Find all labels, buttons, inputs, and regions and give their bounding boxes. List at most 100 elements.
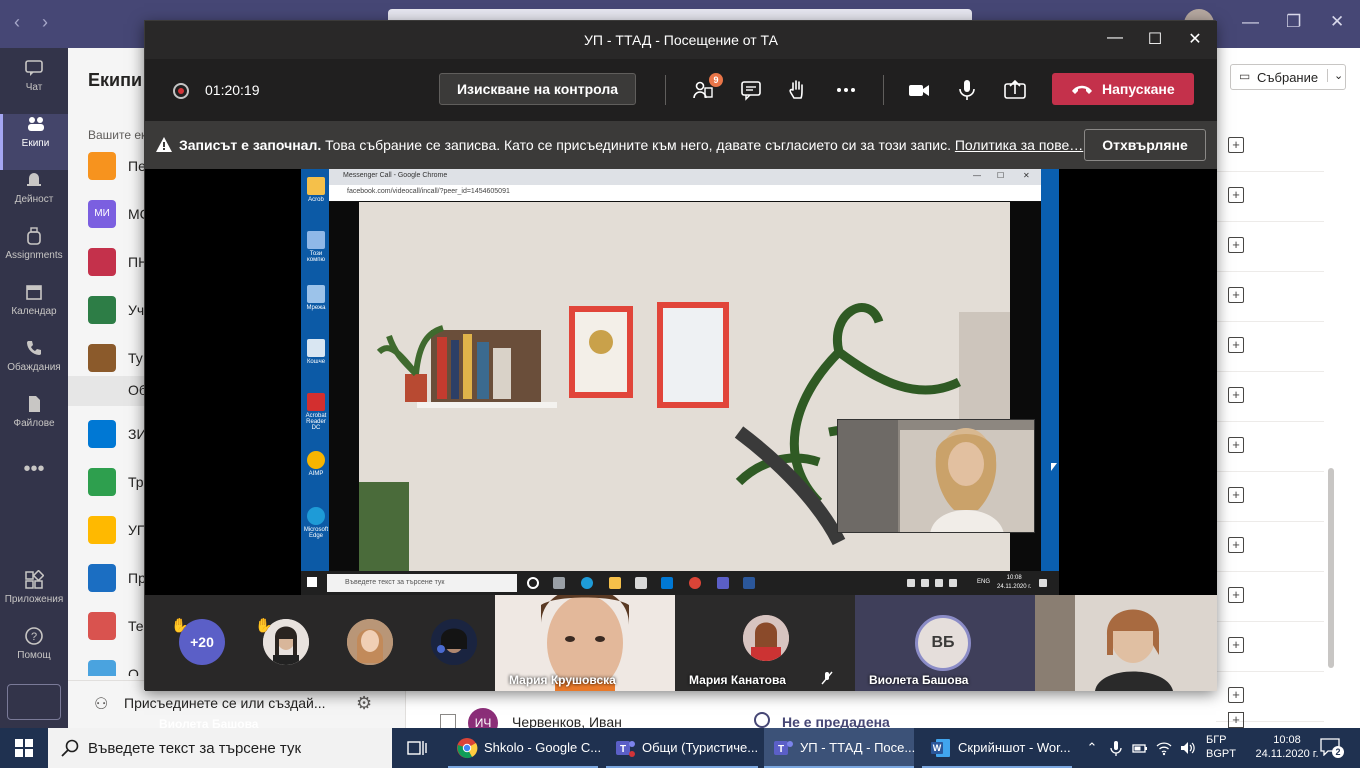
add-feedback-icon[interactable]: +	[1228, 137, 1244, 153]
more-actions-icon[interactable]	[834, 78, 858, 102]
taskbar-clock[interactable]: 10:08 24.11.2020 г.	[1250, 733, 1324, 761]
tray-icon	[935, 579, 943, 587]
speaker-icon[interactable]	[1180, 740, 1196, 756]
minimize-icon: —	[973, 171, 981, 180]
participant-video-tile[interactable]	[1035, 595, 1217, 691]
not-submitted-icon	[754, 712, 770, 728]
minimize-icon[interactable]: —	[1242, 12, 1259, 32]
participant-tile[interactable]: Мария Канатова	[675, 595, 855, 691]
chevron-up-icon[interactable]: ⌃	[1084, 740, 1100, 756]
rail-teams[interactable]: Екипи	[0, 114, 68, 170]
maximize-icon[interactable]: ☐	[1145, 29, 1165, 49]
add-feedback-icon[interactable]: +	[1228, 537, 1244, 553]
battery-icon[interactable]	[1132, 740, 1148, 756]
raise-hand-icon[interactable]	[785, 78, 809, 102]
minimize-icon[interactable]: —	[1105, 29, 1125, 47]
team-name: О	[128, 666, 139, 676]
rail-apps[interactable]: Приложения	[0, 570, 68, 626]
meeting-dropdown-button[interactable]: ▭ Събрание ⌄	[1230, 64, 1346, 90]
participants-count-badge: 9	[709, 73, 723, 87]
desktop-icons: Acrob Този компю Мрежа Кошче Acrobat Rea…	[301, 169, 329, 571]
request-control-button[interactable]: Изискване на контрола	[439, 73, 636, 105]
settings-gear-icon[interactable]: ⚙	[356, 693, 372, 714]
windows-start-icon[interactable]	[14, 738, 34, 758]
rail-calls[interactable]: Обаждания	[0, 338, 68, 394]
chrome-icon	[689, 577, 701, 589]
rail-chat[interactable]: Чат	[0, 58, 68, 114]
chat-icon[interactable]	[739, 78, 763, 102]
participant-avatar[interactable]	[347, 619, 393, 665]
participant-photo	[347, 619, 393, 665]
rail-label: Assignments	[5, 250, 63, 261]
scrollbar[interactable]	[1328, 468, 1334, 668]
rail-activity[interactable]: Дейност	[0, 170, 68, 226]
chrome-title-bar: Messenger Call - Google Chrome — ☐ ✕	[329, 169, 1041, 185]
self-view-image	[838, 420, 1034, 532]
close-icon[interactable]: ✕	[1330, 12, 1344, 32]
add-feedback-icon[interactable]: +	[1228, 637, 1244, 653]
microphone-icon[interactable]	[1108, 740, 1124, 756]
participant-name: Мария Канатова	[689, 673, 786, 687]
shared-clock: 10:08 24.11.2020 г.	[997, 574, 1031, 592]
participant-tile[interactable]: ВБ Виолета Башова	[855, 595, 1035, 691]
recording-indicator-icon	[173, 83, 189, 99]
add-feedback-icon[interactable]: +	[1228, 237, 1244, 253]
mobile-device-icon[interactable]	[7, 684, 61, 720]
rail-label: Чат	[25, 82, 43, 93]
rail-label: Обаждания	[7, 362, 61, 373]
wifi-icon[interactable]	[1156, 740, 1172, 756]
team-avatar-icon	[88, 344, 116, 372]
add-feedback-icon[interactable]: +	[1228, 487, 1244, 503]
participant-video-tile[interactable]: Мария Крушовска	[495, 595, 675, 691]
taskbar-app-chrome[interactable]: Shkolo - Google C...	[448, 728, 601, 768]
desktop-icon-label: Microsoft Edge	[303, 527, 329, 539]
task-view-icon[interactable]	[406, 738, 428, 758]
forward-arrow-icon[interactable]: ›	[42, 12, 48, 33]
shared-search-box: Въведете текст за търсене тук	[327, 574, 517, 592]
join-team-icon: ⚇	[94, 696, 109, 713]
privacy-policy-link[interactable]: Политика за пове…	[955, 137, 1083, 153]
meeting-title-bar: УП - ТТАД - Посещение от ТА — ☐ ✕	[145, 21, 1217, 59]
input-language[interactable]: БГР BGPT	[1206, 733, 1236, 761]
raised-hand-icon: ✋	[255, 617, 273, 633]
team-avatar-icon	[88, 516, 116, 544]
restore-icon[interactable]: ❐	[1286, 12, 1301, 32]
recording-banner: Записът е започнал. Това събрание се зап…	[145, 121, 1217, 169]
leave-button[interactable]: Напускане	[1052, 73, 1194, 105]
rail-calendar[interactable]: Календар	[0, 282, 68, 338]
taskbar-app-word[interactable]: W Скрийншот - Wor...	[922, 728, 1072, 768]
add-feedback-icon[interactable]: +	[1228, 687, 1244, 703]
add-feedback-icon[interactable]: +	[1228, 387, 1244, 403]
add-feedback-icon[interactable]: +	[1228, 287, 1244, 303]
computer-icon	[307, 231, 325, 249]
dismiss-button[interactable]: Отхвърляне	[1084, 129, 1206, 161]
add-feedback-icon[interactable]: +	[1228, 712, 1244, 728]
apps-icon	[25, 570, 44, 589]
taskbar-app-teams[interactable]: T Общи (Туристиче...	[606, 728, 758, 768]
rail-help[interactable]: ? Помощ	[0, 626, 68, 682]
camera-icon[interactable]	[907, 78, 931, 102]
add-feedback-icon[interactable]: +	[1228, 587, 1244, 603]
share-tray-icon[interactable]	[1003, 78, 1027, 102]
participant-avatar[interactable]	[431, 619, 477, 665]
back-arrow-icon[interactable]: ‹	[14, 12, 20, 33]
rail-files[interactable]: Файлове	[0, 394, 68, 450]
taskbar-search-box[interactable]: Въведете текст за търсене тук	[48, 728, 392, 768]
shared-date: 24.11.2020 г.	[997, 584, 1032, 590]
assignments-plus-column: + + + + + + + + + + + +	[1216, 122, 1324, 732]
microphone-icon[interactable]	[955, 78, 979, 102]
add-feedback-icon[interactable]: +	[1228, 187, 1244, 203]
action-center[interactable]: 2	[1320, 738, 1344, 758]
more-apps-icon[interactable]: •••	[0, 458, 68, 481]
taskbar-app-meeting[interactable]: T УП - ТТАД - Посе...	[764, 728, 916, 768]
team-avatar-icon	[88, 152, 116, 180]
close-icon[interactable]: ✕	[1185, 29, 1205, 49]
add-feedback-icon[interactable]: +	[1228, 337, 1244, 353]
rail-label: Файлове	[13, 418, 55, 429]
close-icon: ✕	[1023, 171, 1030, 180]
rail-assignments[interactable]: Assignments	[0, 226, 68, 282]
team-avatar-icon	[88, 468, 116, 496]
tray-icon	[921, 579, 929, 587]
add-feedback-icon[interactable]: +	[1228, 437, 1244, 453]
taskbar-app-label: УП - ТТАД - Посе...	[800, 740, 916, 755]
